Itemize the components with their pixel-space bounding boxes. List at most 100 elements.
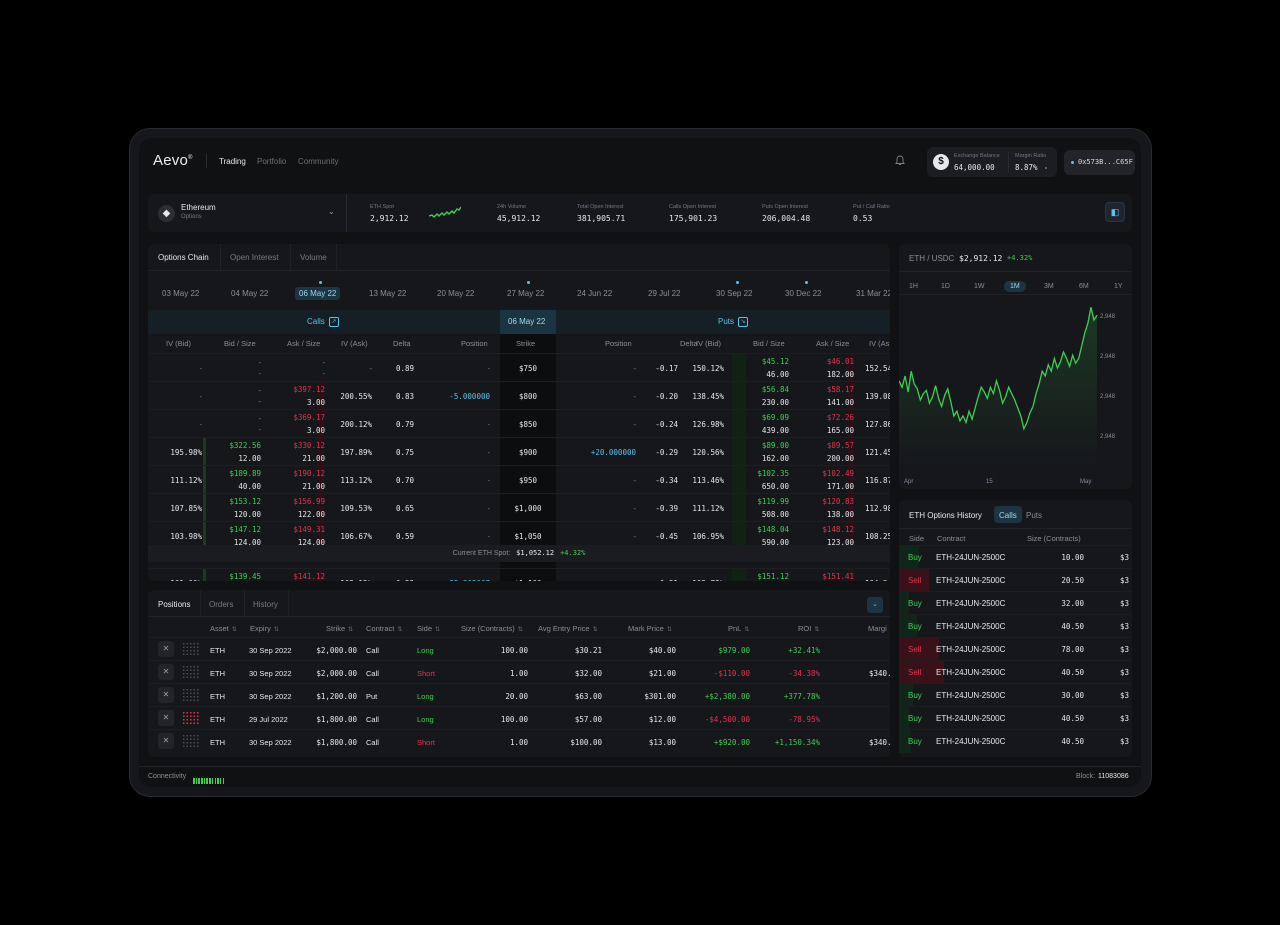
positions-column-header[interactable]: Side ⇅ — [417, 624, 440, 633]
position-expiry: 30 Sep 2022 — [249, 669, 292, 678]
tab-calls[interactable]: Calls — [999, 511, 1017, 520]
position-row[interactable]: ✕ ETH 29 Jul 2022 $1,800.00 Call Long 100.00 $5… — [148, 706, 890, 729]
history-row[interactable]: Buy ETH-24JUN-2500C 40.50 $3 — [899, 706, 1132, 730]
positions-column-header[interactable]: Asset ⇅ — [210, 624, 237, 633]
chain-row[interactable]: 101.00% $139.45 $141.12 102.12% 0.53 +85.2030… — [148, 568, 890, 581]
expiry-date-tab[interactable]: 29 Jul 22 — [648, 289, 680, 298]
positions-column-header[interactable]: PnL ⇅ — [728, 624, 749, 633]
position-row[interactable]: ✕ ETH 30 Sep 2022 $1,200.00 Put Long 20.00 $63.… — [148, 683, 890, 706]
expiry-date-tab[interactable]: 30 Dec 22 — [785, 289, 821, 298]
positions-column-header[interactable]: ROI ⇅ — [798, 624, 819, 633]
chevron-down-icon[interactable]: ⌄ — [867, 597, 883, 613]
bell-icon[interactable] — [895, 155, 905, 166]
positions-column-header[interactable]: Mark Price ⇅ — [628, 624, 672, 633]
history-row[interactable]: Buy ETH-24JUN-2500C 32.00 $3 — [899, 591, 1132, 615]
arrow-up-right-icon[interactable]: ↗ — [328, 317, 339, 327]
chart-pair: ETH / USDC — [909, 254, 955, 263]
put-iv-ask: 108.25 — [865, 532, 890, 541]
position-margin: $340. — [869, 738, 890, 747]
tab-puts[interactable]: Puts — [1026, 511, 1042, 520]
expiry-date-tab[interactable]: 03 May 22 — [162, 289, 199, 298]
positions-column-header[interactable]: Strike ⇅ — [326, 624, 353, 633]
position-row[interactable]: ✕ ETH 30 Sep 2022 $1,800.00 Call Short 1.00 $10… — [148, 729, 890, 752]
history-row[interactable]: Buy ETH-24JUN-2500C 10.00 $3 — [899, 545, 1132, 569]
positions-column-header[interactable]: Size (Contracts) ⇅ — [461, 624, 523, 633]
history-row[interactable]: Sell ETH-24JUN-2500C 20.50 $3 — [899, 568, 1132, 592]
positions-column-header[interactable]: Margi — [868, 624, 887, 633]
timeframe-1m[interactable]: 1M — [1004, 281, 1026, 292]
nav-trading[interactable]: Trading — [219, 157, 246, 166]
sort-icon[interactable]: ⇅ — [232, 627, 237, 633]
timeframe-1h[interactable]: 1H — [909, 283, 918, 290]
calls-header: Calls ↗ — [148, 310, 500, 334]
put-iv-ask: 127.86 — [865, 420, 890, 429]
app-logo[interactable]: Aevo® — [153, 152, 193, 169]
history-row[interactable]: Buy ETH-24JUN-2500C 40.50 $3 — [899, 729, 1132, 753]
arrow-down-right-icon[interactable]: ↘ — [738, 317, 749, 327]
sort-icon[interactable]: ⇅ — [814, 627, 819, 633]
chain-row[interactable]: 111.12% $189.89 40.00 $190.12 21.00 113.12% 0.… — [148, 465, 890, 494]
timeframe-3m[interactable]: 3M — [1044, 283, 1054, 290]
expiry-date-tab[interactable]: 13 May 22 — [369, 289, 406, 298]
sort-icon[interactable]: ⇅ — [518, 627, 523, 633]
tab-open-interest[interactable]: Open Interest — [230, 253, 278, 262]
call-position: +85.203067 — [445, 579, 490, 581]
chain-row[interactable]: 195.98% $322.56 12.00 $330.12 21.00 197.89% 0.… — [148, 437, 890, 466]
position-row[interactable]: ✕ ETH 30 Sep 2022 $2,000.00 Call Long 100.00 $3… — [148, 637, 890, 660]
timeframe-1w[interactable]: 1W — [974, 283, 985, 290]
position-side: Short — [417, 738, 435, 747]
expiry-date-tab[interactable]: 27 May 22 — [507, 289, 544, 298]
chain-row[interactable]: - - - $397.12 3.00 200.55% 0.83 -5.000000 $800 - -… — [148, 381, 890, 410]
sort-icon[interactable]: ⇅ — [274, 627, 279, 633]
chevron-down-icon[interactable]: ⌄ — [328, 207, 335, 216]
put-ask-size: 182.00 — [826, 370, 854, 379]
positions-column-header[interactable]: Contract ⇅ — [366, 624, 402, 633]
sort-icon[interactable]: ⇅ — [397, 627, 402, 633]
expiry-date-tab[interactable]: 20 May 22 — [437, 289, 474, 298]
tab-volume[interactable]: Volume — [300, 253, 327, 262]
history-row[interactable]: Buy ETH-24JUN-2500C 30.00 $3 — [899, 683, 1132, 707]
chain-tabs: Options Chain Open Interest Volume — [148, 244, 890, 271]
sort-icon[interactable]: ⇅ — [593, 627, 598, 633]
wallet-button[interactable]: 0x573B...C65F — [1064, 150, 1135, 175]
close-position-icon[interactable]: ✕ — [158, 710, 174, 726]
panel-toggle-icon[interactable]: ◧ — [1105, 202, 1125, 222]
expiry-date-tab[interactable]: 06 May 22 — [295, 287, 341, 300]
history-row[interactable]: Buy ETH-24JUN-2500C 40.50 $3 — [899, 614, 1132, 638]
timeframe-1d[interactable]: 1D — [941, 283, 950, 290]
expiry-date-tab[interactable]: 04 May 22 — [231, 289, 268, 298]
positions-column-header[interactable]: Avg Entry Price ⇅ — [538, 624, 598, 633]
nav-portfolio[interactable]: Portfolio — [257, 157, 286, 166]
sort-icon[interactable]: ⇅ — [435, 627, 440, 633]
position-row[interactable]: ✕ ETH 30 Sep 2022 $2,000.00 Call Short 1.00 $32… — [148, 660, 890, 683]
timeframe-1y[interactable]: 1Y — [1114, 283, 1123, 290]
expiry-date-tab[interactable]: 30 Sep 22 — [716, 289, 752, 298]
sort-icon[interactable]: ⇅ — [744, 627, 749, 633]
sort-icon[interactable]: ⇅ — [667, 627, 672, 633]
sort-icon[interactable]: ⇅ — [348, 627, 353, 633]
chain-row[interactable]: - - - $369.17 3.00 200.12% 0.79 - $850 - -0.24 126.… — [148, 409, 890, 438]
position-contract: Put — [366, 692, 378, 701]
tab-options-chain[interactable]: Options Chain — [158, 253, 209, 262]
history-contract: ETH-24JUN-2500C — [936, 691, 1006, 700]
price-chart[interactable]: 2,948 2,948 2,948 2,948 Apr 15 May — [899, 296, 1132, 486]
chain-row[interactable]: - - - - - - 0.89 - $750 - -0.17 150.12% $45.12 46.00 $… — [148, 353, 890, 382]
close-position-icon[interactable]: ✕ — [158, 687, 174, 703]
nav-community[interactable]: Community — [298, 157, 338, 166]
chain-row[interactable]: 107.85% $153.12 120.00 $156.99 122.00 109.53%… — [148, 493, 890, 522]
expiry-date-tab[interactable]: 31 Mar 22 — [856, 289, 890, 298]
expiry-date-tab[interactable]: 24 Jun 22 — [577, 289, 612, 298]
history-row[interactable]: Sell ETH-24JUN-2500C 78.00 $3 — [899, 637, 1132, 661]
timeframe-6m[interactable]: 6M — [1079, 283, 1089, 290]
asset-name[interactable]: Ethereum — [181, 203, 216, 212]
tab-history[interactable]: History — [253, 600, 278, 609]
positions-column-header[interactable]: Expiry ⇅ — [250, 624, 279, 633]
put-bid-highlight — [732, 438, 746, 466]
tab-positions[interactable]: Positions — [158, 600, 190, 609]
close-position-icon[interactable]: ✕ — [158, 641, 174, 657]
close-position-icon[interactable]: ✕ — [158, 664, 174, 680]
close-position-icon[interactable]: ✕ — [158, 733, 174, 749]
connectivity-bars-icon — [193, 772, 225, 787]
history-row[interactable]: Sell ETH-24JUN-2500C 40.50 $3 — [899, 660, 1132, 684]
tab-orders[interactable]: Orders — [209, 600, 233, 609]
